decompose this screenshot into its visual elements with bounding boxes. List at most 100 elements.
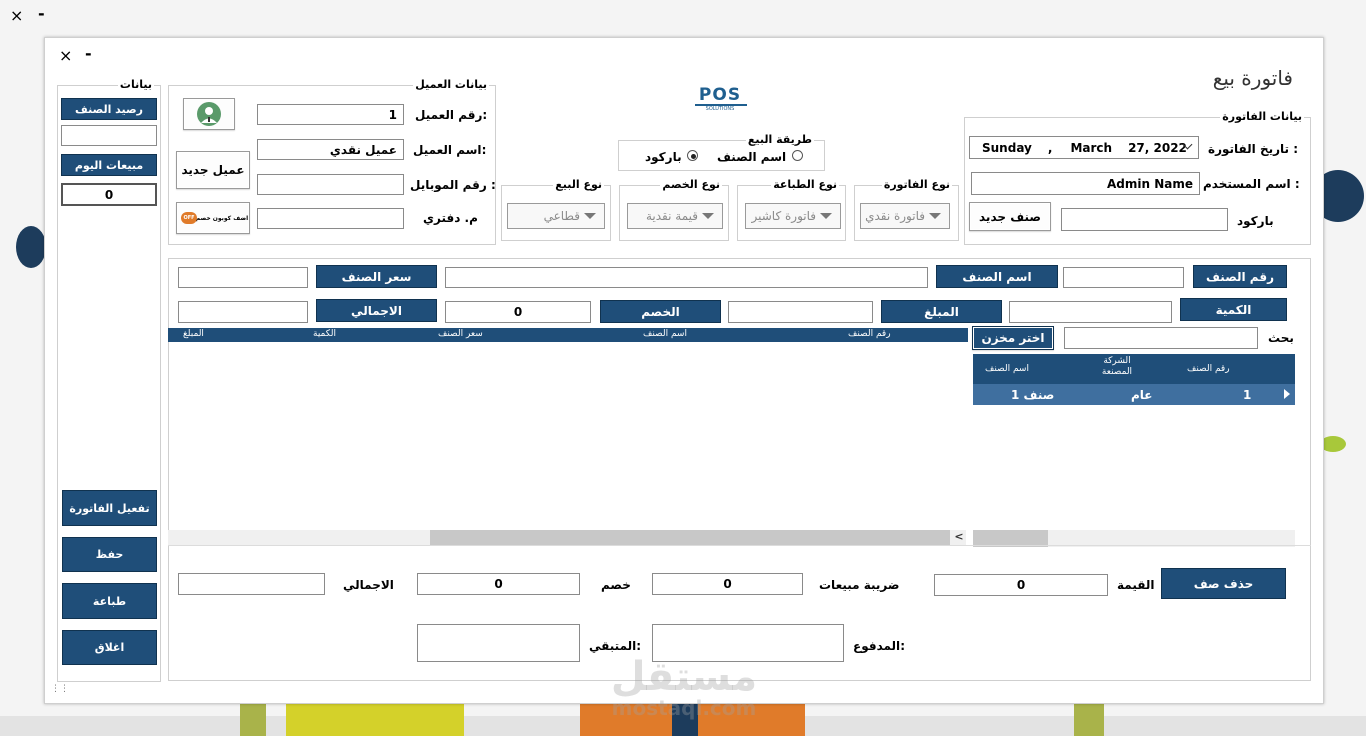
date-day: Sunday [982, 140, 1032, 155]
row-selector-icon [1284, 389, 1290, 399]
invoice-type-title: نوع الفاتورة [881, 178, 952, 191]
today-sales-button[interactable]: مبيعات اليوم [61, 154, 157, 176]
close-button[interactable]: اغلاق [62, 630, 157, 665]
discount-type-title: نوع الخصم [660, 178, 722, 191]
invoice-date-picker[interactable]: Sunday , March 27, 2022 [969, 136, 1199, 159]
page-title: فاتورة بيع [1212, 66, 1293, 90]
user-name-field: Admin Name [971, 172, 1200, 195]
outer-minimize-icon[interactable]: - [38, 4, 45, 23]
barcode-label: باركود [1237, 214, 1274, 228]
watermark-url: mostaql.com [611, 696, 757, 720]
print-button[interactable]: طباعة [62, 583, 157, 619]
cell-item-no: 1 [1243, 388, 1252, 402]
notebook-label: م. دفتري [423, 211, 478, 225]
mobile-number-field[interactable] [257, 174, 404, 195]
customer-avatar-icon [197, 102, 221, 126]
chevron-down-icon [929, 213, 941, 219]
scrollbar-thumb[interactable] [430, 530, 950, 545]
date-sep: , [1047, 140, 1053, 155]
item-name-field[interactable] [445, 267, 928, 288]
total-field[interactable] [178, 301, 308, 323]
print-type-select[interactable]: فاتورة كاشير [745, 203, 841, 229]
customer-avatar-button[interactable] [183, 98, 235, 130]
discount-label: خصم [601, 578, 631, 592]
customer-number-label: رقم العميل: [415, 108, 488, 122]
user-name-label: اسم المستخدم : [1203, 177, 1300, 191]
discount-total-field[interactable]: 0 [417, 573, 580, 595]
print-type-value: فاتورة كاشير [751, 209, 817, 223]
radio-barcode[interactable] [687, 150, 698, 161]
item-price-button[interactable]: سعر الصنف [316, 265, 437, 288]
invoice-data-title: بيانات الفاتورة [1220, 110, 1304, 123]
paid-label: المدفوع: [853, 639, 905, 653]
sale-method-barcode-label: باركود [645, 150, 682, 164]
new-item-button[interactable]: صنف جديد [969, 202, 1051, 231]
search-label: بحث [1268, 331, 1294, 345]
mobile-number-label: رقم الموبايل : [410, 178, 496, 192]
grand-total-field [178, 573, 325, 595]
customer-title: بيانات العميل [413, 78, 489, 91]
invoice-grid-header: رقم الصنف اسم الصنف سعر الصنف الكمية الم… [168, 328, 968, 342]
sale-type-title: نوع البيع [553, 178, 604, 191]
invoice-type-select[interactable]: فاتورة نقدي [860, 203, 950, 229]
sale-method-title: طريقة البيع [745, 133, 814, 146]
outer-close-icon[interactable]: × [10, 6, 23, 25]
invoice-type-value: فاتورة نقدي [865, 209, 925, 223]
column-header: سعر الصنف [438, 329, 483, 339]
radio-item-name[interactable] [792, 150, 803, 161]
cell-company: عام [1131, 388, 1153, 402]
discount-type-select[interactable]: قيمة نقدية [627, 203, 723, 229]
item-number-field[interactable] [1063, 267, 1184, 288]
discount-button[interactable]: الخصم [600, 300, 721, 323]
date-month: March [1070, 140, 1113, 155]
value-field: 0 [934, 574, 1108, 596]
total-button[interactable]: الاجمالي [316, 299, 437, 322]
notebook-field[interactable] [257, 208, 404, 229]
item-number-button[interactable]: رقم الصنف [1193, 265, 1287, 288]
remaining-label: المتبقي: [589, 639, 642, 653]
item-price-field[interactable] [178, 267, 308, 288]
remaining-field [417, 624, 580, 662]
barcode-field[interactable] [1061, 208, 1228, 231]
delete-row-button[interactable]: حذف صف [1161, 568, 1286, 599]
sidebar-title: بيانات [117, 78, 154, 91]
value-label: القيمة [1117, 578, 1155, 592]
search-input[interactable] [1064, 327, 1258, 349]
sale-type-value: قطاعي [543, 209, 580, 223]
quantity-button[interactable]: الكمية [1180, 298, 1287, 321]
item-name-button[interactable]: اسم الصنف [936, 265, 1058, 288]
background-decoration [286, 702, 464, 736]
column-header: الشركة المصنعة [1101, 356, 1133, 377]
scroll-left-icon[interactable]: < [952, 530, 966, 545]
amount-button[interactable]: المبلغ [881, 300, 1002, 323]
add-coupon-button[interactable]: اضف كوبون خصم OFF [176, 202, 250, 234]
column-header: رقم الصنف [1187, 364, 1230, 374]
invoice-date-label: تاريخ الفاتورة : [1208, 142, 1299, 156]
discount-field[interactable]: 0 [445, 301, 591, 323]
totals-divider [168, 545, 1311, 546]
customer-number-field[interactable]: 1 [257, 104, 404, 125]
sales-tax-field[interactable]: 0 [652, 573, 803, 595]
save-button[interactable]: حفظ [62, 537, 157, 572]
choose-warehouse-button[interactable]: اختر مخزن [972, 326, 1054, 350]
close-icon[interactable]: × [59, 46, 72, 65]
customer-name-field[interactable]: عميل نقدي [257, 139, 404, 160]
sale-type-select[interactable]: قطاعي [507, 203, 605, 229]
discount-type-value: قيمة نقدية [645, 209, 698, 223]
column-header: رقم الصنف [848, 329, 891, 339]
chevron-down-icon [702, 213, 714, 219]
quantity-field[interactable] [1009, 301, 1172, 323]
new-customer-button[interactable]: عميل جديد [176, 151, 250, 189]
minimize-icon[interactable]: - [85, 44, 92, 63]
item-balance-button[interactable]: رصيد الصنف [61, 98, 157, 120]
search-result-row[interactable]: 1 عام صنف 1 [973, 384, 1295, 405]
activate-invoice-button[interactable]: تفعيل الفاتورة [62, 490, 157, 526]
amount-field[interactable] [728, 301, 873, 323]
background-decoration [16, 226, 46, 268]
background-decoration [1074, 702, 1104, 736]
resize-grip-icon[interactable]: ⋮⋮ [51, 685, 69, 694]
cell-item-name: صنف 1 [1011, 388, 1055, 402]
invoice-grid-scrollbar[interactable]: < [168, 530, 966, 545]
grand-total-label: الاجمالي [343, 578, 394, 592]
item-balance-field[interactable] [61, 125, 157, 146]
